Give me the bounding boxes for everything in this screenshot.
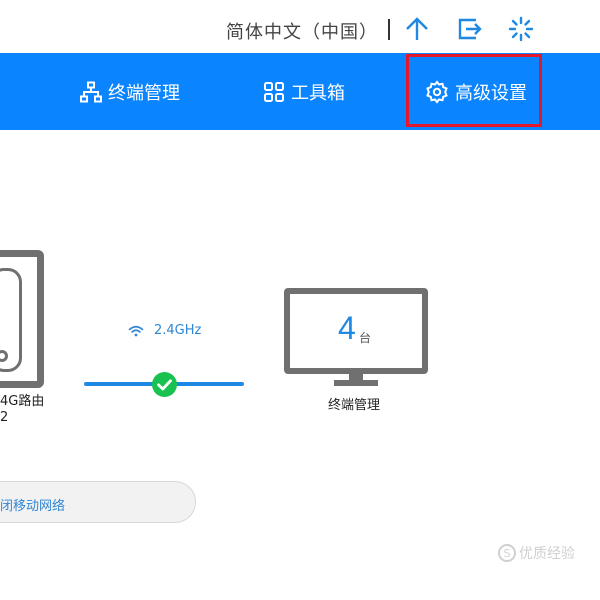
router-label-line2: 2 bbox=[0, 410, 9, 425]
language-selector[interactable]: 简体中文（中国） bbox=[226, 18, 378, 44]
device-count-unit: 台 bbox=[359, 331, 372, 345]
nav-item-label: 终端管理 bbox=[108, 82, 180, 104]
wifi-band: 2.4GHz bbox=[128, 323, 201, 338]
device-count: 4 bbox=[338, 310, 356, 346]
router-label: 4G路由 2 bbox=[0, 394, 44, 426]
terminal-management-label: 终端管理 bbox=[328, 398, 381, 413]
logout-icon[interactable] bbox=[457, 16, 483, 42]
watermark: S 优质经验 bbox=[498, 543, 575, 563]
monitor-base bbox=[334, 380, 378, 386]
check-icon bbox=[152, 372, 177, 397]
loading-icon[interactable] bbox=[508, 16, 534, 42]
upload-icon[interactable] bbox=[404, 16, 430, 42]
nav-item-terminal-management[interactable]: 终端管理 bbox=[80, 53, 180, 130]
highlight-box bbox=[406, 54, 542, 127]
watermark-logo-icon: S bbox=[498, 544, 516, 562]
nav-item-toolbox[interactable]: 工具箱 bbox=[263, 53, 345, 130]
wifi-icon bbox=[128, 325, 144, 336]
grid-tiles-icon bbox=[264, 81, 284, 102]
network-topology-icon bbox=[80, 81, 102, 102]
wifi-band-label: 2.4GHz bbox=[154, 323, 202, 338]
router-label-line1: 4G路由 bbox=[0, 394, 45, 409]
header-divider bbox=[388, 19, 390, 40]
nav-item-label: 工具箱 bbox=[291, 82, 345, 104]
mobile-network-label: 闭移动网络 bbox=[0, 499, 66, 514]
watermark-text: 优质经验 bbox=[519, 546, 575, 562]
terminal-monitor[interactable] bbox=[284, 288, 428, 374]
